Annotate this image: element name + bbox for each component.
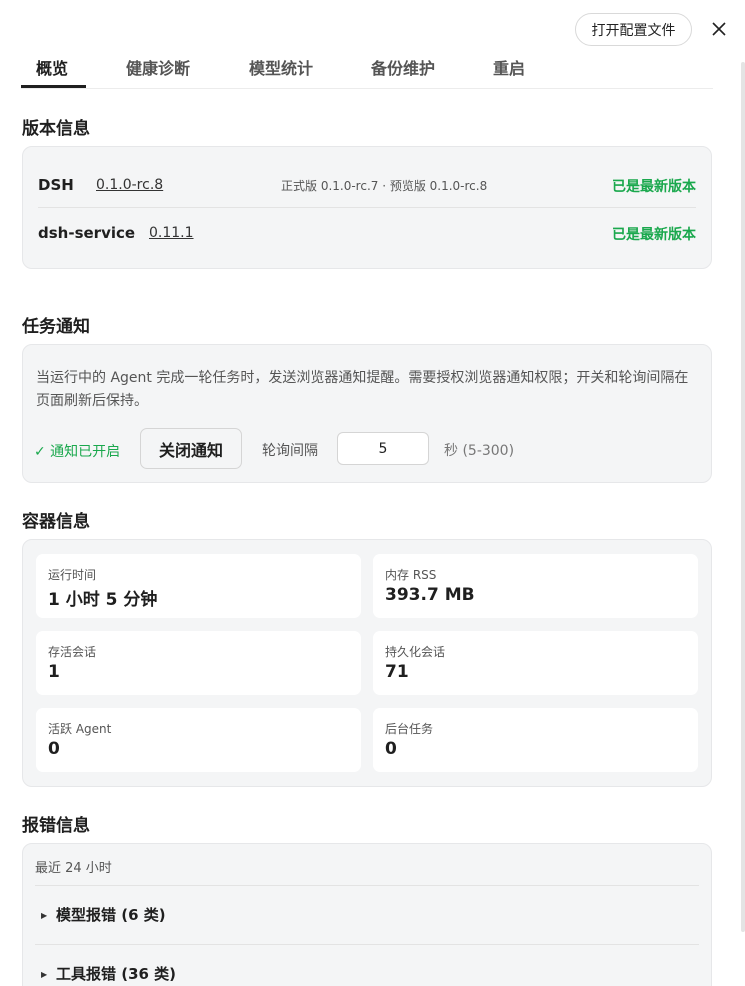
stat-label: 活跃 Agent bbox=[48, 722, 112, 736]
stat-persisted-sessions: 持久化会话 71 bbox=[373, 631, 698, 695]
version-section-title: 版本信息 bbox=[22, 119, 90, 139]
error-group-model[interactable]: ▶ 模型报错 (6 类) bbox=[35, 885, 699, 945]
notify-status: ✓ 通知已开启 bbox=[34, 444, 121, 460]
version-row-service: dsh-service 0.11.1 已是最新版本 bbox=[38, 210, 696, 256]
poll-interval-input[interactable] bbox=[337, 432, 429, 465]
open-config-button[interactable]: 打开配置文件 bbox=[575, 13, 692, 46]
error-group-label: 工具报错 (36 类) bbox=[56, 965, 177, 983]
tab-backup[interactable]: 备份维护 bbox=[371, 55, 435, 79]
stat-memory: 内存 RSS 393.7 MB bbox=[373, 554, 698, 618]
stat-value: 0 bbox=[385, 739, 397, 759]
status-badge: 已是最新版本 bbox=[612, 227, 696, 243]
stat-background-tasks: 后台任务 0 bbox=[373, 708, 698, 772]
error-group-tool[interactable]: ▶ 工具报错 (36 类) bbox=[35, 944, 699, 986]
poll-interval-label: 轮询间隔 bbox=[262, 443, 318, 459]
stat-value: 0 bbox=[48, 739, 60, 759]
version-link[interactable]: 0.11.1 bbox=[149, 225, 194, 241]
poll-interval-unit: 秒 (5-300) bbox=[444, 443, 515, 459]
errors-section-title: 报错信息 bbox=[22, 816, 90, 836]
stat-value: 1 小时 5 分钟 bbox=[48, 590, 158, 610]
stat-value: 1 bbox=[48, 662, 60, 682]
stat-label: 存活会话 bbox=[48, 645, 97, 659]
disable-notify-button[interactable]: 关闭通知 bbox=[140, 428, 242, 469]
release-channels: 正式版 0.1.0-rc.7 · 预览版 0.1.0-rc.8 bbox=[281, 179, 488, 193]
tab-bar: 概览 健康诊断 模型统计 备份维护 重启 bbox=[21, 48, 713, 89]
stat-value: 393.7 MB bbox=[385, 585, 475, 605]
notify-section-title: 任务通知 bbox=[22, 317, 90, 337]
close-icon[interactable] bbox=[707, 17, 731, 41]
tab-overview[interactable]: 概览 bbox=[36, 55, 68, 79]
component-name: dsh-service bbox=[38, 224, 136, 242]
version-row-dsh: DSH 0.1.0-rc.8 正式版 0.1.0-rc.7 · 预览版 0.1.… bbox=[38, 162, 696, 208]
notify-card: 当运行中的 Agent 完成一轮任务时，发送浏览器通知提醒。需要授权浏览器通知权… bbox=[22, 344, 712, 483]
stat-label: 运行时间 bbox=[48, 568, 97, 582]
stat-label: 内存 RSS bbox=[385, 568, 437, 582]
version-link[interactable]: 0.1.0-rc.8 bbox=[96, 177, 163, 193]
caret-right-icon: ▶ bbox=[41, 970, 48, 979]
error-group-label: 模型报错 (6 类) bbox=[56, 906, 166, 924]
stat-uptime: 运行时间 1 小时 5 分钟 bbox=[36, 554, 361, 618]
scrollbar[interactable] bbox=[741, 62, 745, 932]
active-tab-indicator bbox=[21, 85, 86, 88]
tab-model-stats[interactable]: 模型统计 bbox=[249, 55, 313, 79]
component-name: DSH bbox=[38, 176, 74, 194]
version-card: DSH 0.1.0-rc.8 正式版 0.1.0-rc.7 · 预览版 0.1.… bbox=[22, 146, 712, 269]
tab-health[interactable]: 健康诊断 bbox=[126, 55, 190, 79]
stat-label: 持久化会话 bbox=[385, 645, 446, 659]
stat-value: 71 bbox=[385, 662, 409, 682]
stat-label: 后台任务 bbox=[385, 722, 434, 736]
container-card: 运行时间 1 小时 5 分钟 内存 RSS 393.7 MB 存活会话 1 持久… bbox=[22, 539, 712, 787]
errors-timeframe: 最近 24 小时 bbox=[35, 861, 112, 876]
caret-right-icon: ▶ bbox=[41, 911, 48, 920]
status-badge: 已是最新版本 bbox=[612, 179, 696, 195]
container-section-title: 容器信息 bbox=[22, 512, 90, 532]
errors-card: 最近 24 小时 ▶ 模型报错 (6 类) ▶ 工具报错 (36 类) bbox=[22, 843, 712, 986]
stat-active-agents: 活跃 Agent 0 bbox=[36, 708, 361, 772]
stat-live-sessions: 存活会话 1 bbox=[36, 631, 361, 695]
tab-restart[interactable]: 重启 bbox=[493, 55, 525, 79]
notify-description: 当运行中的 Agent 完成一轮任务时，发送浏览器通知提醒。需要授权浏览器通知权… bbox=[36, 370, 689, 409]
